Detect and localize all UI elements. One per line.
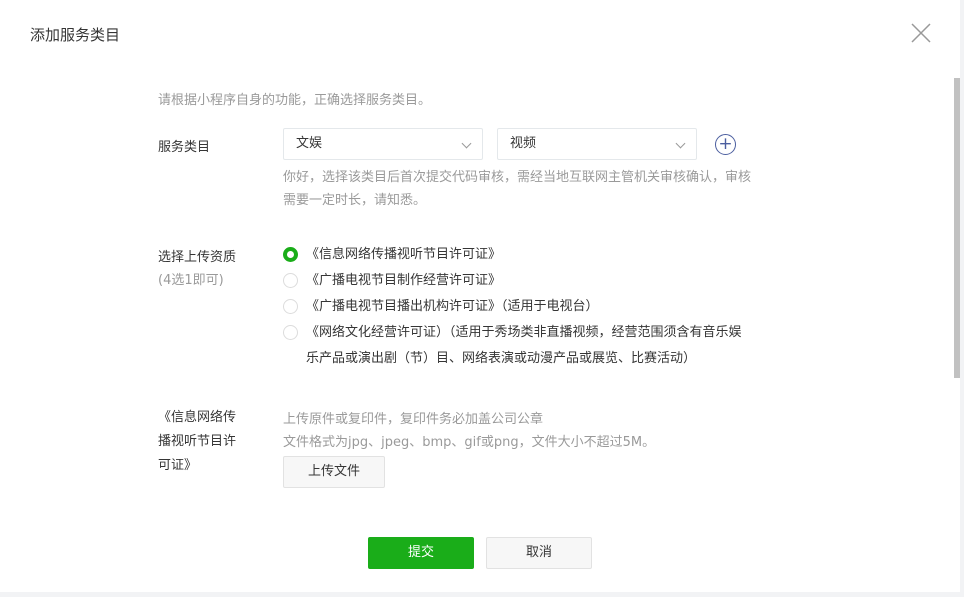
scrollbar[interactable]: [954, 78, 960, 378]
upload-file-button[interactable]: 上传文件: [283, 456, 385, 488]
radio-option-1[interactable]: 《信息网络传播视听节目许可证》: [283, 242, 501, 268]
upload-label: 《信息网络传 播视听节目许 可证》: [158, 406, 236, 478]
intro-text: 请根据小程序自身的功能，正确选择服务类目。: [158, 93, 432, 108]
upload-hint-1: 上传原件或复印件，复印件务必加盖公司公章: [283, 412, 544, 427]
qualification-label: 选择上传资质: [158, 250, 237, 265]
category-note: 你好，选择该类目后首次提交代码审核，需经当地互联网主管机关审核确认，审核 需要一…: [283, 166, 751, 212]
radio-label: 《信息网络传播视听节目许可证》: [306, 247, 502, 262]
radio-option-3[interactable]: 《广播电视节目播出机构许可证》（适用于电视台）: [283, 294, 599, 320]
secondary-category-select[interactable]: 视频: [497, 128, 697, 160]
cancel-button[interactable]: 取消: [486, 537, 592, 569]
submit-button[interactable]: 提交: [368, 537, 474, 569]
qualification-hint: (4选1即可): [158, 273, 224, 288]
primary-category-select[interactable]: 文娱: [283, 128, 483, 160]
radio-option-2[interactable]: 《广播电视节目制作经营许可证》: [283, 268, 501, 294]
radio-unchecked-icon: [283, 299, 298, 314]
upload-label-line: 可证》: [158, 458, 198, 473]
radio-option-4[interactable]: 《网络文化经营许可证）（适用于秀场类非直播视频，经营范围须含有音乐娱 乐产品或演出…: [283, 320, 742, 372]
note-line: 需要一定时长，请知悉。: [283, 193, 427, 208]
chevron-down-icon: [461, 138, 472, 149]
radio-label: 《广播电视节目制作经营许可证》: [306, 273, 502, 288]
radio-label: 《广播电视节目播出机构许可证》（适用于电视台）: [306, 299, 599, 314]
primary-category-value: 文娱: [296, 136, 323, 151]
radio-unchecked-icon: [283, 325, 298, 340]
radio-label: 《网络文化经营许可证）（适用于秀场类非直播视频，经营范围须含有音乐娱 乐产品或演出…: [306, 320, 742, 372]
secondary-category-value: 视频: [510, 136, 537, 151]
upload-label-line: 《信息网络传: [158, 410, 237, 425]
category-label: 服务类目: [158, 140, 211, 155]
upload-label-line: 播视听节目许: [158, 434, 237, 449]
chevron-down-icon: [675, 138, 686, 149]
close-icon[interactable]: [910, 22, 932, 44]
upload-hint-2: 文件格式为jpg、jpeg、bmp、gif或png，文件大小不超过5M。: [283, 435, 656, 450]
radio-checked-icon: [283, 247, 298, 262]
radio-unchecked-icon: [283, 273, 298, 288]
radio-label-line: 《网络文化经营许可证）（适用于秀场类非直播视频，经营范围须含有音乐娱: [306, 325, 742, 340]
dialog-title: 添加服务类目: [30, 26, 121, 44]
add-category-plus-icon[interactable]: +: [715, 134, 736, 155]
note-line: 你好，选择该类目后首次提交代码审核，需经当地互联网主管机关审核确认，审核: [283, 170, 752, 185]
add-category-dialog: 添加服务类目 请根据小程序自身的功能，正确选择服务类目。 服务类目 文娱 视频 …: [0, 0, 960, 592]
radio-label-line: 乐产品或演出剧（节）目、网络表演或动漫产品或展览、比赛活动）: [306, 351, 697, 366]
